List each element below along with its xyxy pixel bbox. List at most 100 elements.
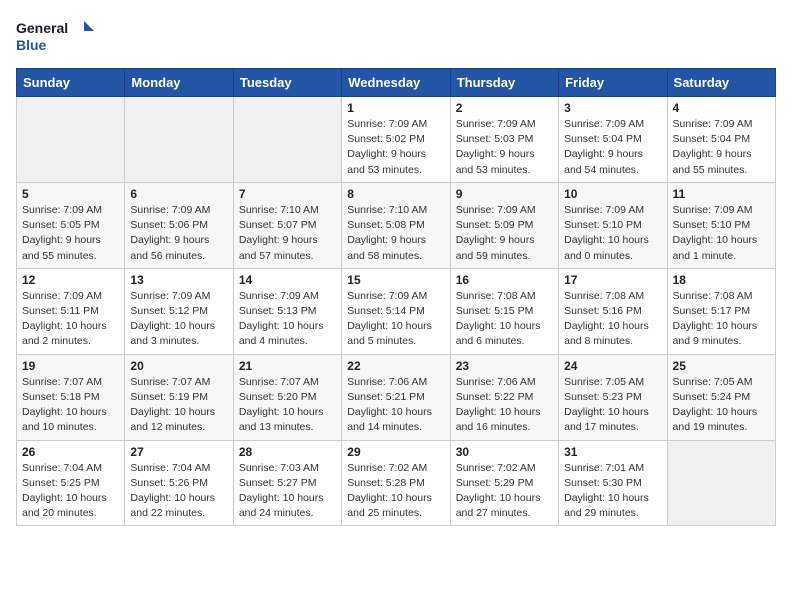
calendar-cell xyxy=(233,97,341,183)
calendar-cell xyxy=(667,440,775,526)
calendar-cell: 10 Sunrise: 7:09 AM Sunset: 5:10 PM Dayli… xyxy=(559,182,667,268)
day-info: Sunrise: 7:03 AM Sunset: 5:27 PM Dayligh… xyxy=(239,461,336,522)
calendar-cell: 28 Sunrise: 7:03 AM Sunset: 5:27 PM Dayli… xyxy=(233,440,341,526)
calendar-cell: 30 Sunrise: 7:02 AM Sunset: 5:29 PM Dayli… xyxy=(450,440,558,526)
day-info: Sunrise: 7:01 AM Sunset: 5:30 PM Dayligh… xyxy=(564,461,661,522)
calendar-week-row: 5 Sunrise: 7:09 AM Sunset: 5:05 PM Daylig… xyxy=(17,182,776,268)
calendar-cell: 4 Sunrise: 7:09 AM Sunset: 5:04 PM Daylig… xyxy=(667,97,775,183)
day-number: 25 xyxy=(673,359,770,373)
day-info: Sunrise: 7:09 AM Sunset: 5:05 PM Dayligh… xyxy=(22,203,119,264)
day-number: 14 xyxy=(239,273,336,287)
day-number: 1 xyxy=(347,101,444,115)
calendar-cell: 22 Sunrise: 7:06 AM Sunset: 5:21 PM Dayli… xyxy=(342,354,450,440)
calendar-header-row: SundayMondayTuesdayWednesdayThursdayFrid… xyxy=(17,69,776,97)
calendar-cell: 27Sunrise: 7:04 AM Sunset: 5:26 PM Dayli… xyxy=(125,440,233,526)
day-number: 17 xyxy=(564,273,661,287)
page-header: General Blue xyxy=(16,16,776,56)
calendar-cell: 19Sunrise: 7:07 AM Sunset: 5:18 PM Dayli… xyxy=(17,354,125,440)
column-header-wednesday: Wednesday xyxy=(342,69,450,97)
day-info: Sunrise: 7:09 AM Sunset: 5:09 PM Dayligh… xyxy=(456,203,553,264)
day-number: 10 xyxy=(564,187,661,201)
day-info: Sunrise: 7:10 AM Sunset: 5:08 PM Dayligh… xyxy=(347,203,444,264)
calendar-cell: 6 Sunrise: 7:09 AM Sunset: 5:06 PM Daylig… xyxy=(125,182,233,268)
day-number: 15 xyxy=(347,273,444,287)
calendar-cell: 23 Sunrise: 7:06 AM Sunset: 5:22 PM Dayli… xyxy=(450,354,558,440)
day-number: 30 xyxy=(456,445,553,459)
day-number: 21 xyxy=(239,359,336,373)
day-number: 2 xyxy=(456,101,553,115)
column-header-saturday: Saturday xyxy=(667,69,775,97)
calendar-cell: 26 Sunrise: 7:04 AM Sunset: 5:25 PM Dayli… xyxy=(17,440,125,526)
calendar-cell: 12 Sunrise: 7:09 AM Sunset: 5:11 PM Dayli… xyxy=(17,268,125,354)
day-info: Sunrise: 7:09 AM Sunset: 5:10 PM Dayligh… xyxy=(564,203,661,264)
day-number: 5 xyxy=(22,187,119,201)
day-info: Sunrise: 7:09 AM Sunset: 5:04 PM Dayligh… xyxy=(564,117,661,178)
day-number: 18 xyxy=(673,273,770,287)
day-number: 31 xyxy=(564,445,661,459)
calendar-cell: 13 Sunrise: 7:09 AM Sunset: 5:12 PM Dayli… xyxy=(125,268,233,354)
calendar-cell: 15 Sunrise: 7:09 AM Sunset: 5:14 PM Dayli… xyxy=(342,268,450,354)
day-number: 9 xyxy=(456,187,553,201)
day-number: 20 xyxy=(130,359,227,373)
day-info: Sunrise: 7:07 AM Sunset: 5:20 PM Dayligh… xyxy=(239,375,336,436)
day-info: Sunrise: 7:07 AM Sunset: 5:18 PM Dayligh… xyxy=(22,375,119,436)
day-info: Sunrise: 7:05 AM Sunset: 5:24 PM Dayligh… xyxy=(673,375,770,436)
day-number: 6 xyxy=(130,187,227,201)
calendar-cell: 25 Sunrise: 7:05 AM Sunset: 5:24 PM Dayli… xyxy=(667,354,775,440)
day-info: Sunrise: 7:09 AM Sunset: 5:03 PM Dayligh… xyxy=(456,117,553,178)
day-info: Sunrise: 7:09 AM Sunset: 5:14 PM Dayligh… xyxy=(347,289,444,350)
day-info: Sunrise: 7:02 AM Sunset: 5:29 PM Dayligh… xyxy=(456,461,553,522)
day-number: 12 xyxy=(22,273,119,287)
day-number: 13 xyxy=(130,273,227,287)
svg-text:General: General xyxy=(16,20,68,36)
day-info: Sunrise: 7:08 AM Sunset: 5:15 PM Dayligh… xyxy=(456,289,553,350)
day-info: Sunrise: 7:09 AM Sunset: 5:13 PM Dayligh… xyxy=(239,289,336,350)
day-info: Sunrise: 7:07 AM Sunset: 5:19 PM Dayligh… xyxy=(130,375,227,436)
calendar-cell: 20 Sunrise: 7:07 AM Sunset: 5:19 PM Dayli… xyxy=(125,354,233,440)
calendar-cell: 31 Sunrise: 7:01 AM Sunset: 5:30 PM Dayli… xyxy=(559,440,667,526)
day-info: Sunrise: 7:09 AM Sunset: 5:10 PM Dayligh… xyxy=(673,203,770,264)
day-number: 11 xyxy=(673,187,770,201)
column-header-tuesday: Tuesday xyxy=(233,69,341,97)
day-info: Sunrise: 7:09 AM Sunset: 5:11 PM Dayligh… xyxy=(22,289,119,350)
day-number: 26 xyxy=(22,445,119,459)
column-header-thursday: Thursday xyxy=(450,69,558,97)
logo-svg: General Blue xyxy=(16,16,96,56)
calendar-week-row: 12 Sunrise: 7:09 AM Sunset: 5:11 PM Dayli… xyxy=(17,268,776,354)
svg-text:Blue: Blue xyxy=(16,37,47,53)
calendar-cell: 9 Sunrise: 7:09 AM Sunset: 5:09 PM Daylig… xyxy=(450,182,558,268)
day-info: Sunrise: 7:08 AM Sunset: 5:16 PM Dayligh… xyxy=(564,289,661,350)
calendar-cell: 16 Sunrise: 7:08 AM Sunset: 5:15 PM Dayli… xyxy=(450,268,558,354)
day-info: Sunrise: 7:08 AM Sunset: 5:17 PM Dayligh… xyxy=(673,289,770,350)
day-info: Sunrise: 7:09 AM Sunset: 5:04 PM Dayligh… xyxy=(673,117,770,178)
calendar-cell: 18 Sunrise: 7:08 AM Sunset: 5:17 PM Dayli… xyxy=(667,268,775,354)
day-number: 24 xyxy=(564,359,661,373)
day-info: Sunrise: 7:09 AM Sunset: 5:02 PM Dayligh… xyxy=(347,117,444,178)
day-number: 8 xyxy=(347,187,444,201)
day-number: 4 xyxy=(673,101,770,115)
day-info: Sunrise: 7:04 AM Sunset: 5:25 PM Dayligh… xyxy=(22,461,119,522)
column-header-monday: Monday xyxy=(125,69,233,97)
calendar-week-row: 19Sunrise: 7:07 AM Sunset: 5:18 PM Dayli… xyxy=(17,354,776,440)
day-number: 23 xyxy=(456,359,553,373)
day-number: 28 xyxy=(239,445,336,459)
calendar-cell: 14 Sunrise: 7:09 AM Sunset: 5:13 PM Dayli… xyxy=(233,268,341,354)
calendar-cell xyxy=(17,97,125,183)
calendar-cell: 3Sunrise: 7:09 AM Sunset: 5:04 PM Daylig… xyxy=(559,97,667,183)
calendar-cell: 2 Sunrise: 7:09 AM Sunset: 5:03 PM Daylig… xyxy=(450,97,558,183)
day-info: Sunrise: 7:05 AM Sunset: 5:23 PM Dayligh… xyxy=(564,375,661,436)
day-info: Sunrise: 7:06 AM Sunset: 5:22 PM Dayligh… xyxy=(456,375,553,436)
day-info: Sunrise: 7:10 AM Sunset: 5:07 PM Dayligh… xyxy=(239,203,336,264)
day-info: Sunrise: 7:09 AM Sunset: 5:12 PM Dayligh… xyxy=(130,289,227,350)
day-info: Sunrise: 7:06 AM Sunset: 5:21 PM Dayligh… xyxy=(347,375,444,436)
day-info: Sunrise: 7:02 AM Sunset: 5:28 PM Dayligh… xyxy=(347,461,444,522)
day-number: 7 xyxy=(239,187,336,201)
calendar-cell: 8 Sunrise: 7:10 AM Sunset: 5:08 PM Daylig… xyxy=(342,182,450,268)
day-number: 16 xyxy=(456,273,553,287)
day-info: Sunrise: 7:09 AM Sunset: 5:06 PM Dayligh… xyxy=(130,203,227,264)
calendar-week-row: 26 Sunrise: 7:04 AM Sunset: 5:25 PM Dayli… xyxy=(17,440,776,526)
day-number: 22 xyxy=(347,359,444,373)
calendar-cell: 1 Sunrise: 7:09 AM Sunset: 5:02 PM Daylig… xyxy=(342,97,450,183)
day-number: 29 xyxy=(347,445,444,459)
calendar-week-row: 1 Sunrise: 7:09 AM Sunset: 5:02 PM Daylig… xyxy=(17,97,776,183)
